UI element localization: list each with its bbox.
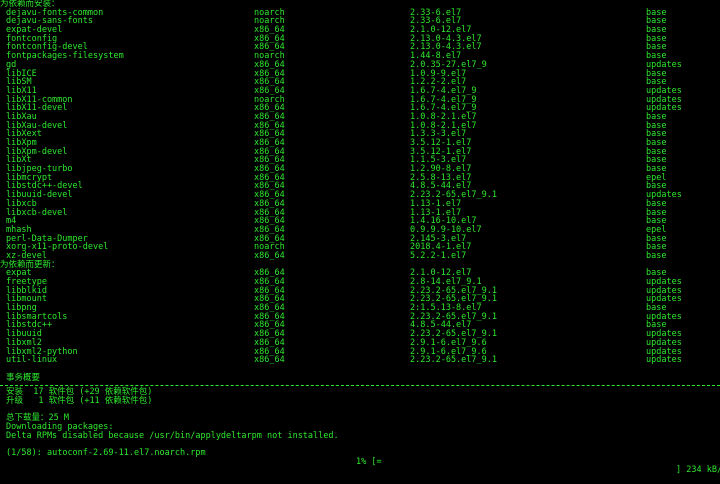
upgrade-summary-text: 升级 1 软件包 (+11 依赖软件包) [6, 395, 153, 406]
package-row: libxcb-devel x86_64 1.13-1.el7 base [0, 208, 720, 218]
package-row: libXau x86_64 1.0.8-2.1.el7 base [0, 113, 720, 122]
package-list: expat x86_64 2.1.0-12.el7 base freetype x86_6… [0, 269, 720, 365]
package-row: xz-devel x86_64 5.2.2-1.el7 base [0, 252, 720, 261]
package-row: xorg-x11-proto-devel noarch 2018.4-1.el7 ba… [0, 243, 720, 252]
transaction-summary-title: 事务概要 [0, 372, 720, 383]
package-row: fontconfig x86_64 2.13.0-4.3.el7 base [0, 35, 720, 44]
package-row: libuuid-devel x86_64 2.23.2-65.el7_9.1 upda… [0, 191, 720, 200]
terminal-window[interactable]: 为依赖而安装： dejavu-fonts-common noarch 2.33-6.… [0, 0, 720, 475]
package-row: libSM x86_64 1.2.2-2.el7 base [0, 78, 720, 87]
progress-tail: ] 234 kB/s [676, 466, 720, 475]
package-row: libxcb x86_64 1.13-1.el7 base [0, 200, 720, 209]
package-row: libuuid x86_64 2.23.2-65.el7_9.1 updates [0, 330, 720, 339]
download-speed: ] 234 kB/s [676, 465, 720, 476]
download-progress-line: (1/58): autoconf-2.69-11.el7.noarch.rpm … [0, 440, 720, 475]
package-row: libXpm x86_64 3.5.12-1.el7 base [0, 139, 720, 148]
package-row: dejavu-fonts-common noarch 2.33-6.el7 base [0, 8, 720, 18]
package-row: fontpackages-filesystem noarch 1.44-8.el7 b… [0, 52, 720, 61]
progress-percent: 1% [= [356, 456, 382, 467]
package-row: freetype x86_64 2.8-14.el7_9.1 updates [0, 278, 720, 287]
package-row: libX11-common noarch 1.6.7-4.el7_9 updates [0, 95, 720, 105]
package-list: dejavu-fonts-common noarch 2.33-6.el7 base d… [0, 8, 720, 261]
progress-counter-value: 1/58 [11, 448, 32, 459]
section-title: 为依赖而安装： [0, 0, 720, 9]
progress-counter: (1/58): autoconf-2.69-11.el7.noarch.rpm [6, 448, 206, 459]
upgrade-summary: 升级 1 软件包 (+11 依赖软件包) [0, 397, 720, 406]
delta-rpm-message: Delta RPMs disabled because /usr/bin/app… [0, 430, 720, 441]
package-row: libblkid x86_64 2.23.2-65.el7_9.1 updates [0, 286, 720, 296]
package-row: util-linux x86_64 2.23.2-65.el7_9.1 updates [0, 356, 720, 365]
package-row: expat x86_64 2.1.0-12.el7 base [0, 269, 720, 278]
package-row: dejavu-sans-fonts noarch 2.33-6.el7 base [0, 17, 720, 26]
package-row: libstdc++-devel x86_64 4.8.5-44.el7 base [0, 182, 720, 191]
package-version: 5.2.2-1.el7 [410, 250, 467, 261]
progress-file-name: : autoconf-2.69-11.el7.noarch.rpm [36, 448, 206, 459]
package-repo: updates [646, 355, 682, 366]
package-row: libxml2 x86_64 2.9.1-6.el7_9.6 updates [0, 339, 720, 348]
package-row: libxml2-python x86_64 2.9.1-6.el7_9.6 updat… [0, 347, 720, 357]
package-row: m4 x86_64 1.4.16-10.el7 base [0, 217, 720, 226]
package-row: libX11 x86_64 1.6.7-4.el7_9 updates [0, 87, 720, 96]
progress-bar: 1% [= [356, 456, 382, 467]
package-row: libICE x86_64 1.0.9-9.el7 base [0, 69, 720, 79]
package-arch: x86_64 [254, 355, 285, 366]
delta-message-text: Delta RPMs disabled because /usr/bin/app… [6, 430, 339, 441]
package-repo: base [646, 250, 667, 261]
package-name: util-linux [6, 355, 58, 366]
package-row: expat-devel x86_64 2.1.0-12.el7 base [0, 26, 720, 35]
summary-title-text: 事务概要 [6, 372, 41, 383]
package-row: mhash x86_64 0.9.9.9-10.el7 epel [0, 226, 720, 235]
install-deps-section: 为依赖而安装： dejavu-fonts-common noarch 2.33-6.… [0, 0, 720, 261]
package-row: libXau-devel x86_64 1.0.8-2.1.el7 base [0, 121, 720, 131]
package-row: libsmartcols x86_64 2.23.2-65.el7_9.1 updat… [0, 313, 720, 322]
package-name: fontpackages-filesystem [6, 51, 124, 62]
package-row: libmount x86_64 2.23.2-65.el7_9.1 updates [0, 295, 720, 304]
package-row: libXext x86_64 1.3.3-3.el7 base [0, 130, 720, 139]
package-arch: x86_64 [254, 250, 285, 261]
section-title: 为依赖而更新： [0, 260, 720, 270]
package-version: 2.23.2-65.el7_9.1 [410, 355, 497, 366]
package-row: libmcrypt x86_64 2.5.8-13.el7 epel [0, 174, 720, 183]
package-row: libstdc++ x86_64 4.8.5-44.el7 base [0, 321, 720, 330]
package-row: perl-Data-Dumper x86_64 2.145-3.el7 base [0, 234, 720, 244]
package-row: libXpm-devel x86_64 3.5.12-1.el7 base [0, 147, 720, 157]
package-row: libjpeg-turbo x86_64 1.2.90-8.el7 base [0, 165, 720, 174]
package-row: libXt x86_64 1.1.5-3.el7 base [0, 156, 720, 165]
package-row: libX11-devel x86_64 1.6.7-4.el7_9 updates [0, 104, 720, 113]
package-row: libpng x86_64 2:1.5.13-8.el7 base [0, 304, 720, 313]
update-deps-section: 为依赖而更新： expat x86_64 2.1.0-12.el7 base freet… [0, 260, 720, 365]
package-row: gd x86_64 2.0.35-27.el7_9 updates [0, 61, 720, 70]
